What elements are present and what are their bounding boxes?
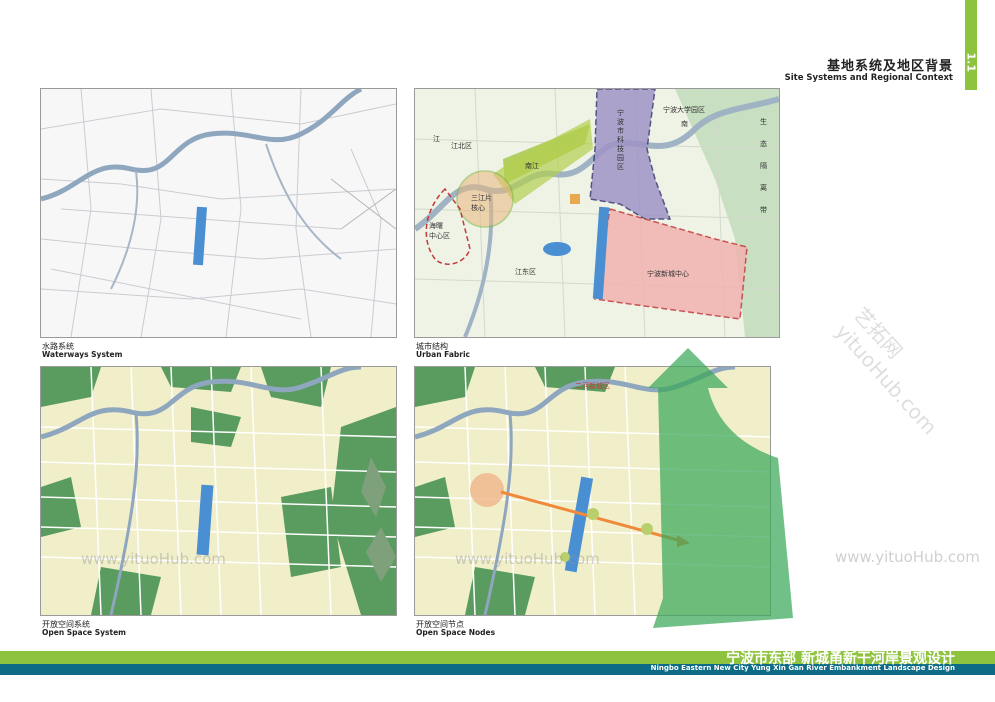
label-nan: 南 xyxy=(681,120,688,128)
waterways-map xyxy=(40,88,397,338)
watermark-diagonal: 艺拓网yituoHub.com xyxy=(830,302,942,440)
watermark: www.yituoHub.com xyxy=(455,550,600,568)
page-title-en: Site Systems and Regional Context xyxy=(784,73,953,83)
watermark: www.yituoHub.com xyxy=(81,550,226,568)
label-nanjiang: 南江 xyxy=(525,162,539,170)
label-haishu: 海曙 中心区 xyxy=(429,222,450,240)
label-eco-belt: 生态隔离带 xyxy=(760,118,767,214)
label-east-center: 宁波新城中心 xyxy=(647,270,689,278)
label-sanjiang: 三江片 核心 xyxy=(471,194,492,212)
urban-fabric-map: 江北区 南江 三江片 核心 海曙 中心区 江东区 宁波市科技园区 宁波大学园区 … xyxy=(414,88,780,338)
label-nodes-district: 二河新城区 xyxy=(575,382,610,390)
watermark: www.yituoHub.com xyxy=(835,548,980,566)
label-tech-park: 宁波市科技园区 xyxy=(617,109,624,171)
footer-title-en: Ningbo Eastern New City Yung Xin Gan Riv… xyxy=(650,664,955,672)
label-jiangbei: 江北区 xyxy=(451,142,472,150)
page-title-cn: 基地系统及地区背景 xyxy=(826,59,953,74)
caption-urban-en: Urban Fabric xyxy=(416,350,470,359)
label-university: 宁波大学园区 xyxy=(663,106,705,114)
label-jiangdong: 江东区 xyxy=(515,268,536,276)
caption-nodes-en: Open Space Nodes xyxy=(416,628,496,637)
page-number: 1.1 xyxy=(964,52,978,73)
green-arrow-overlay xyxy=(648,348,793,628)
label-jiang: 江 xyxy=(433,135,440,143)
caption-waterways-en: Waterways System xyxy=(42,350,123,359)
open-space-map: www.yituoHub.com xyxy=(40,366,397,616)
page-side-bar xyxy=(965,0,977,90)
caption-openspace-en: Open Space System xyxy=(42,628,126,637)
